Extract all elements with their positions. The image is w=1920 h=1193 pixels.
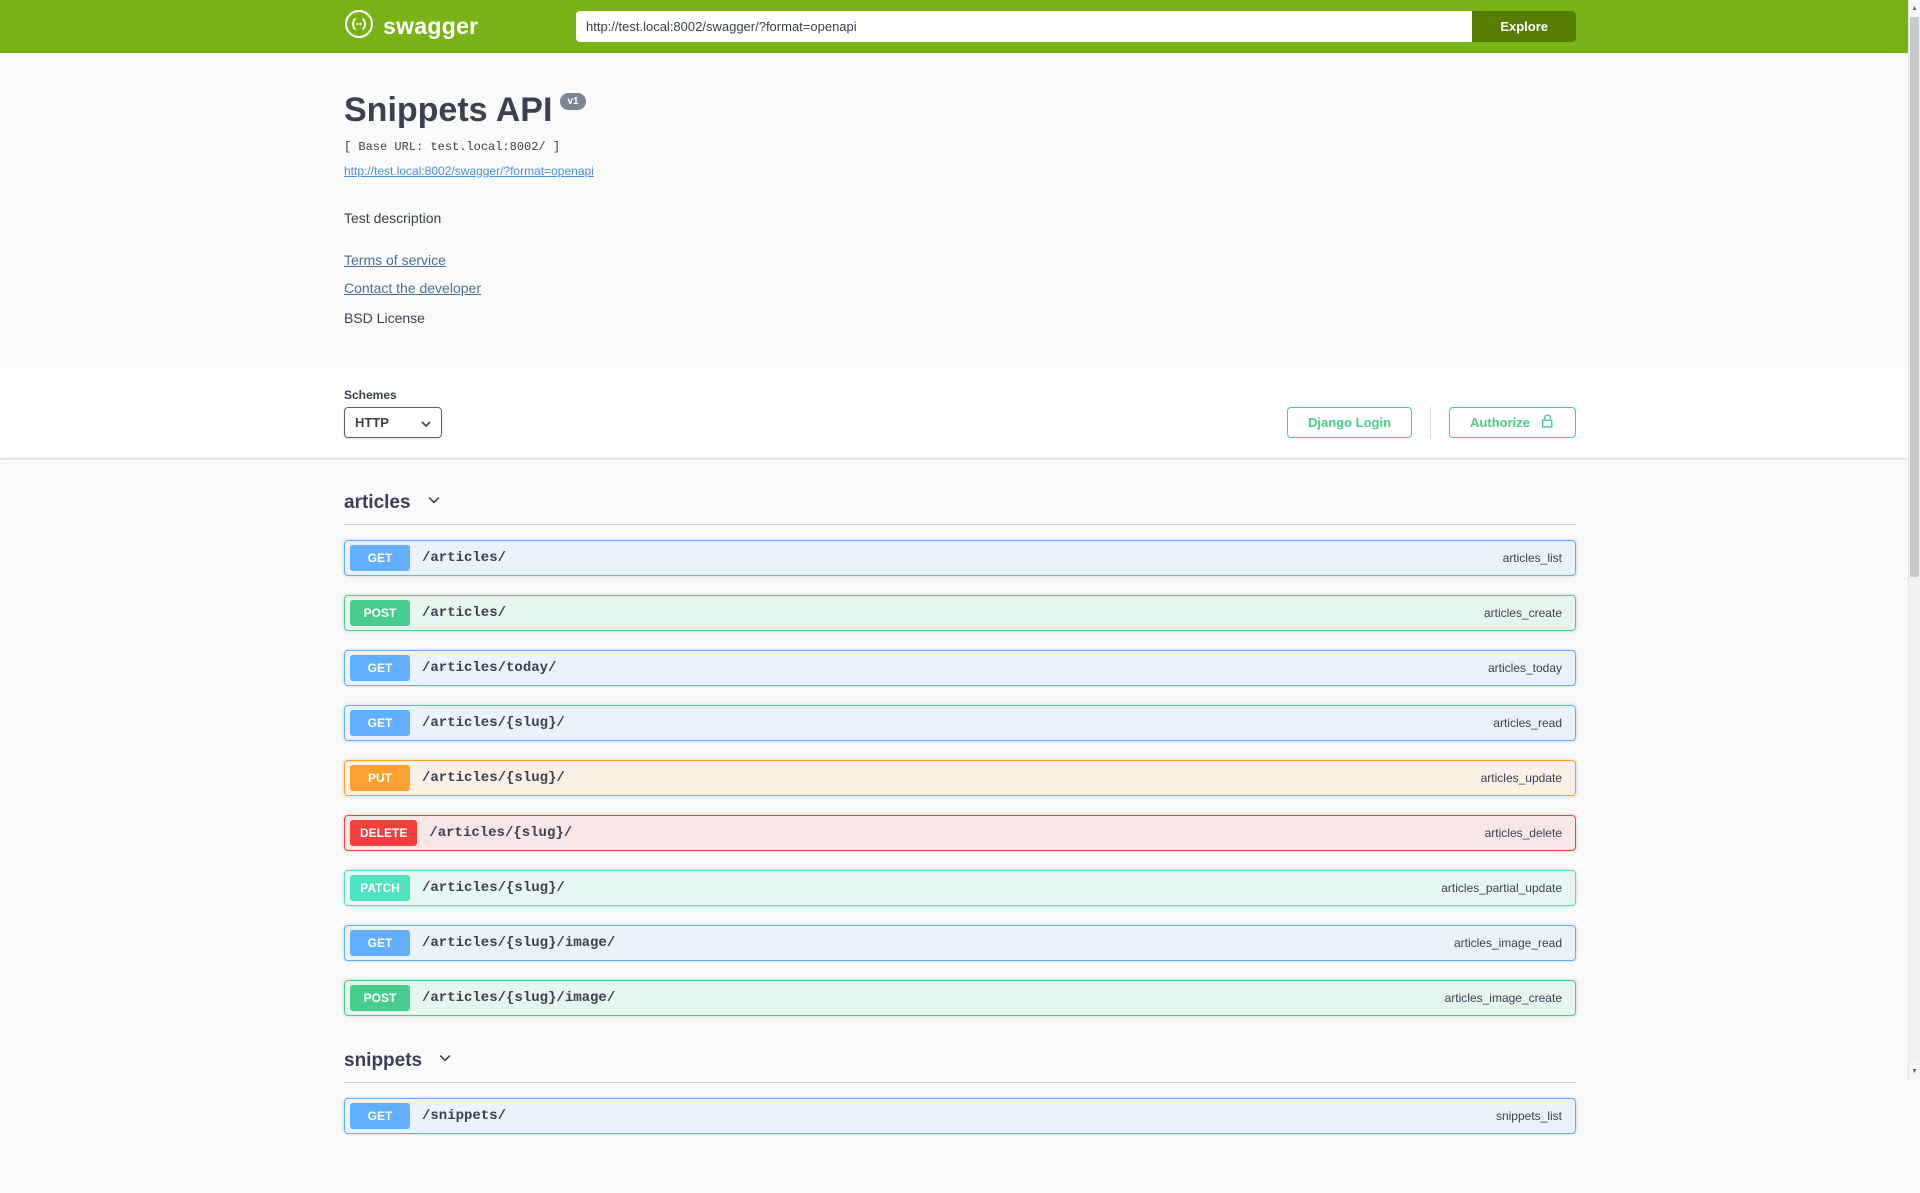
chevron-down-icon <box>421 415 431 430</box>
method-badge: POST <box>350 600 410 626</box>
operation-row[interactable]: POST /articles/ articles_create <box>344 595 1576 631</box>
info-section: Snippets API v1 [ Base URL: test.local:8… <box>0 53 1920 368</box>
api-title-text: Snippets API <box>344 91 553 129</box>
operations-list: articles GET /articles/ articles_list PO… <box>324 482 1596 1193</box>
scroll-up-arrow[interactable]: ▲ <box>1909 0 1920 17</box>
operation-row[interactable]: PUT /articles/{slug}/ articles_update <box>344 760 1576 796</box>
method-badge: GET <box>350 710 410 736</box>
operation-id: articles_delete <box>1484 826 1562 840</box>
tag-header-articles[interactable]: articles <box>344 482 1576 525</box>
chevron-down-icon[interactable] <box>437 1050 453 1072</box>
method-badge: GET <box>350 545 410 571</box>
explore-form: Explore <box>576 11 1576 42</box>
contact-developer-link[interactable]: Contact the developer <box>344 280 481 296</box>
operation-path: /articles/{slug}/ <box>422 715 565 731</box>
scroll-down-arrow[interactable]: ▼ <box>1909 1063 1920 1080</box>
operation-row[interactable]: PATCH /articles/{slug}/ articles_partial… <box>344 870 1576 906</box>
explore-button[interactable]: Explore <box>1472 11 1576 42</box>
version-badge: v1 <box>560 93 586 110</box>
operation-id: articles_update <box>1480 771 1562 785</box>
operation-id: articles_today <box>1487 661 1562 675</box>
django-login-button[interactable]: Django Login <box>1287 407 1413 438</box>
operation-id: articles_create <box>1483 606 1562 620</box>
tag-name: articles <box>344 492 411 513</box>
operation-path: /snippets/ <box>422 1108 507 1124</box>
method-badge: PATCH <box>350 875 410 901</box>
method-badge: GET <box>350 930 410 956</box>
operation-row[interactable]: GET /articles/{slug}/image/ articles_ima… <box>344 925 1576 961</box>
operation-id: articles_read <box>1493 716 1562 730</box>
license-text: BSD License <box>344 310 425 326</box>
operation-id: snippets_list <box>1495 1109 1562 1123</box>
operation-path: /articles/ <box>422 550 507 566</box>
page-title: Snippets API v1 <box>344 91 1576 130</box>
operation-row[interactable]: GET /snippets/ snippets_list <box>344 1098 1576 1134</box>
swagger-logo[interactable]: swagger <box>344 9 478 44</box>
method-badge: POST <box>350 985 410 1011</box>
scrollbar[interactable]: ▲ ▼ <box>1908 0 1920 1080</box>
operation-path: /articles/today/ <box>422 660 557 676</box>
tag-header-snippets[interactable]: snippets <box>344 1040 1576 1083</box>
method-badge: PUT <box>350 765 410 791</box>
base-url: [ Base URL: test.local:8002/ ] <box>344 140 561 154</box>
tag-section-snippets: snippets GET /snippets/ snippets_list <box>344 1040 1576 1134</box>
schemes-block: Schemes HTTP <box>344 388 442 438</box>
operation-path: /articles/{slug}/ <box>422 880 565 896</box>
topbar: swagger Explore <box>0 0 1920 53</box>
scrollbar-thumb[interactable] <box>1910 17 1919 577</box>
authorize-label: Authorize <box>1470 415 1530 430</box>
schemes-label: Schemes <box>344 388 397 402</box>
method-badge: DELETE <box>350 820 418 846</box>
operation-id: articles_partial_update <box>1441 881 1562 895</box>
authorize-button[interactable]: Authorize <box>1449 407 1576 438</box>
operation-row[interactable]: GET /articles/{slug}/ articles_read <box>344 705 1576 741</box>
unlock-icon <box>1539 413 1555 432</box>
method-badge: GET <box>350 655 410 681</box>
operation-id: articles_image_read <box>1453 936 1562 950</box>
chevron-down-icon[interactable] <box>426 492 442 514</box>
spec-link[interactable]: http://test.local:8002/swagger/?format=o… <box>344 164 594 178</box>
operation-path: /articles/{slug}/ <box>422 770 565 786</box>
auth-divider <box>1430 407 1432 438</box>
operation-row[interactable]: GET /articles/today/ articles_today <box>344 650 1576 686</box>
tag-section-articles: articles GET /articles/ articles_list PO… <box>344 482 1576 1016</box>
api-description: Test description <box>344 210 442 226</box>
brand-name: swagger <box>383 13 479 39</box>
tag-name: snippets <box>344 1050 423 1071</box>
topbar-wrapper: swagger Explore <box>324 9 1596 44</box>
operation-path: /articles/{slug}/ <box>429 825 573 841</box>
swagger-logo-icon <box>344 9 374 44</box>
scheme-selected-value: HTTP <box>355 415 389 430</box>
django-login-label: Django Login <box>1308 415 1392 430</box>
scheme-container: Schemes HTTP Django Login Authorize <box>0 368 1920 458</box>
operation-path: /articles/ <box>422 605 507 621</box>
terms-of-service-link[interactable]: Terms of service <box>344 252 446 268</box>
auth-wrapper: Django Login Authorize <box>1287 407 1576 438</box>
operation-row[interactable]: POST /articles/{slug}/image/ articles_im… <box>344 980 1576 1016</box>
scheme-select[interactable]: HTTP <box>344 407 442 438</box>
method-badge: GET <box>350 1103 410 1129</box>
spec-url-input[interactable] <box>576 11 1473 42</box>
operation-path: /articles/{slug}/image/ <box>422 935 616 951</box>
operation-row[interactable]: GET /articles/ articles_list <box>344 540 1576 576</box>
operation-id: articles_list <box>1502 551 1562 565</box>
operation-id: articles_image_create <box>1444 991 1562 1005</box>
operation-row[interactable]: DELETE /articles/{slug}/ articles_delete <box>344 815 1576 851</box>
operation-path: /articles/{slug}/image/ <box>422 990 616 1006</box>
